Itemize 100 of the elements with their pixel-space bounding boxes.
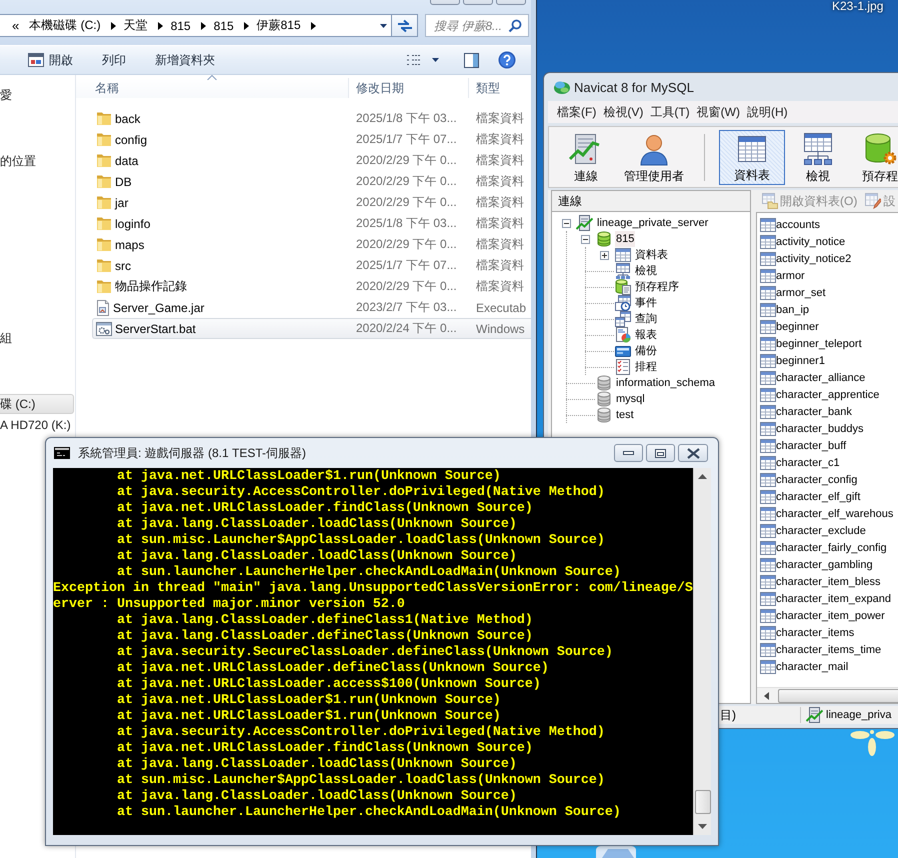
file-row[interactable]: Server_Game.jar 2023/2/7 下午 03... Executab [92, 297, 531, 318]
nav-item[interactable]: 組 [0, 328, 74, 348]
table-item[interactable]: activity_notice2 [757, 250, 898, 267]
breadcrumb-item[interactable]: 天堂 [124, 17, 148, 34]
search-icon[interactable] [508, 18, 522, 32]
breadcrumb-arrow-icon[interactable] [158, 22, 163, 30]
caret-icon[interactable] [380, 24, 387, 28]
table-item[interactable]: character_gambling [757, 556, 898, 573]
tree-item[interactable]: 查詢 [634, 311, 658, 327]
table-item[interactable]: character_fairly_config [757, 539, 898, 556]
breadcrumb-arrow-icon[interactable] [244, 22, 249, 30]
table-item[interactable]: character_alliance [757, 369, 898, 386]
overflow-chevron[interactable]: « [12, 18, 20, 33]
file-row[interactable]: config 2025/1/7 下午 07... 檔案資料 [92, 129, 531, 150]
tree-item[interactable]: 排程 [634, 359, 658, 375]
caret-icon[interactable] [432, 58, 439, 62]
table-item[interactable]: armor_set [757, 284, 898, 301]
breadcrumb-item[interactable]: 815 [170, 18, 191, 32]
table-item[interactable]: character_mail [757, 658, 898, 675]
menu-item[interactable]: 視窗(W) [696, 104, 740, 120]
menu-item[interactable]: 檢視(V) [603, 104, 644, 120]
nav-item[interactable]: 的位置 [0, 151, 74, 171]
file-row[interactable]: maps 2020/2/29 下午 0... 檔案資料 [92, 234, 531, 255]
table-item[interactable]: beginner1 [757, 352, 898, 369]
horizontal-scrollbar[interactable] [757, 687, 898, 703]
table-item[interactable]: accounts [757, 216, 898, 233]
desktop-icon-label[interactable]: K23-1.jpg [832, 0, 884, 13]
table-item[interactable]: character_c1 [757, 454, 898, 471]
tree-item[interactable]: 檢視 [634, 263, 658, 279]
table-item[interactable]: ban_ip [757, 301, 898, 318]
column-header[interactable]: 名稱 [76, 78, 349, 98]
table-item[interactable]: character_elf_gift [757, 488, 898, 505]
scroll-left-icon[interactable] [764, 692, 768, 700]
table-item[interactable]: character_items_time [757, 641, 898, 658]
refresh-button[interactable] [392, 14, 418, 37]
table-item[interactable]: armor [757, 267, 898, 284]
table-item[interactable]: character_items [757, 624, 898, 641]
scroll-down-icon[interactable] [698, 824, 707, 829]
table-item[interactable]: beginner [757, 318, 898, 335]
scroll-up-icon[interactable] [698, 474, 707, 479]
tree-item[interactable]: mysql [615, 391, 646, 407]
column-header[interactable]: 修改日期 [349, 78, 469, 98]
file-row[interactable]: jar 2020/2/29 下午 0... 檔案資料 [92, 192, 531, 213]
file-row[interactable]: back 2025/1/8 下午 03... 檔案資料 [92, 108, 531, 129]
preview-pane-icon[interactable] [464, 52, 479, 68]
print-button[interactable]: 列印 [98, 48, 130, 72]
table-item[interactable]: character_exclude [757, 522, 898, 539]
scrollbar-thumb[interactable] [778, 688, 898, 702]
procedures-button[interactable]: 預存程 [852, 130, 898, 185]
table-item[interactable]: character_apprentice [757, 386, 898, 403]
tree-item[interactable]: 815 [615, 231, 636, 247]
menu-item[interactable]: 工具(T) [650, 104, 690, 120]
collapse-icon[interactable] [581, 234, 590, 244]
close-button[interactable] [678, 444, 708, 462]
nav-item[interactable]: 愛 [0, 85, 74, 105]
table-item[interactable]: character_buff [757, 437, 898, 454]
table-item[interactable]: beginner_teleport [757, 335, 898, 352]
tree-item[interactable]: 報表 [634, 327, 658, 343]
menu-item[interactable]: 檔案(F) [557, 104, 596, 120]
connection-button[interactable]: 連線 [556, 130, 616, 185]
breadcrumb-item[interactable]: 本機磁碟 (C:) [29, 17, 101, 34]
tables-button[interactable]: 資料表 [719, 130, 785, 185]
open-button[interactable]: 開啟 [24, 48, 77, 72]
search-field[interactable]: 搜尋 伊蕨8... [425, 14, 529, 37]
breadcrumb-arrow-icon[interactable] [110, 22, 116, 30]
file-row[interactable]: loginfo 2025/1/8 下午 03... 檔案資料 [92, 213, 531, 234]
maximize-button[interactable] [646, 444, 675, 462]
file-row[interactable]: src 2025/1/7 下午 07... 檔案資料 [92, 255, 531, 276]
collapse-icon[interactable] [562, 218, 571, 228]
table-item[interactable]: character_bank [757, 403, 898, 420]
table-item[interactable]: character_config [757, 471, 898, 488]
table-item[interactable]: character_item_expand [757, 590, 898, 607]
list-view-icon[interactable] [407, 54, 421, 66]
breadcrumb-arrow-icon[interactable] [310, 22, 316, 30]
minimize-button[interactable] [614, 444, 643, 462]
file-row[interactable]: ServerStart.bat 2020/2/24 下午 0... Windows [92, 318, 531, 339]
breadcrumb-arrow-icon[interactable] [200, 22, 206, 30]
tree-item[interactable]: 事件 [634, 295, 658, 311]
new-folder-button[interactable]: 新增資料夾 [151, 48, 219, 72]
file-row[interactable]: data 2020/2/29 下午 0... 檔案資料 [92, 150, 531, 171]
table-item[interactable]: character_item_bless [757, 573, 898, 590]
column-header[interactable]: 類型 [469, 78, 531, 98]
tree-item[interactable]: lineage_private_server [596, 215, 710, 231]
menu-item[interactable]: 說明(H) [746, 104, 788, 120]
table-item[interactable]: character_item_power [757, 607, 898, 624]
file-row[interactable]: DB 2020/2/29 下午 0... 檔案資料 [92, 171, 531, 192]
address-bar[interactable]: « 本機磁碟 (C:) 天堂 815 815 伊蕨815 [0, 14, 392, 37]
table-item[interactable]: character_buddys [757, 420, 898, 437]
help-icon[interactable] [498, 51, 516, 69]
expand-icon[interactable] [600, 250, 609, 260]
vertical-scrollbar[interactable] [693, 468, 711, 835]
tree-item[interactable]: information_schema [615, 375, 716, 391]
tree-item[interactable]: 備份 [634, 343, 658, 359]
nav-item[interactable]: 碟 (C:) [0, 394, 74, 414]
table-item[interactable]: character_elf_warehous [757, 505, 898, 522]
scrollbar-thumb[interactable] [694, 790, 710, 814]
views-button[interactable]: 檢視 [790, 130, 846, 185]
tree-item[interactable]: 預存程序 [634, 279, 680, 295]
tree-item[interactable]: test [615, 407, 635, 423]
manage-users-button[interactable]: 管理使用者 [617, 130, 691, 185]
